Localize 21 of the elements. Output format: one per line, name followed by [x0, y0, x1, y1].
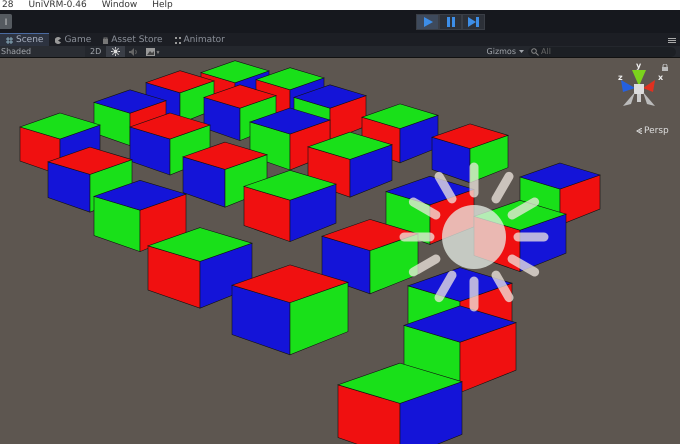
- tab-label: Animator: [184, 35, 225, 45]
- menu-item[interactable]: 28: [2, 0, 14, 10]
- gizmos-dropdown[interactable]: Gizmos: [482, 46, 528, 57]
- draw-mode-dropdown[interactable]: Shaded: [0, 46, 85, 57]
- projection-label[interactable]: Persp: [644, 126, 669, 136]
- axis-label: y: [636, 62, 642, 70]
- menu-item[interactable]: Window: [102, 0, 138, 10]
- tab[interactable]: Asset Store: [97, 34, 168, 46]
- tab[interactable]: Game: [49, 34, 98, 46]
- tab[interactable]: Scene: [0, 33, 50, 46]
- toolbar-button[interactable]: l: [0, 14, 12, 29]
- menu-item[interactable]: Help: [152, 0, 173, 10]
- axis-label: z: [618, 74, 623, 82]
- menu-item[interactable]: UniVRM-0.46: [28, 0, 87, 10]
- tab-label: Game: [64, 35, 92, 45]
- tab-label: Scene: [16, 35, 44, 45]
- tab-label: Asset Store: [111, 35, 162, 45]
- tab[interactable]: Animator: [168, 34, 231, 46]
- axis-label: x: [658, 74, 664, 82]
- search-field[interactable]: All: [528, 46, 676, 56]
- 2d-toggle[interactable]: 2D: [85, 46, 106, 57]
